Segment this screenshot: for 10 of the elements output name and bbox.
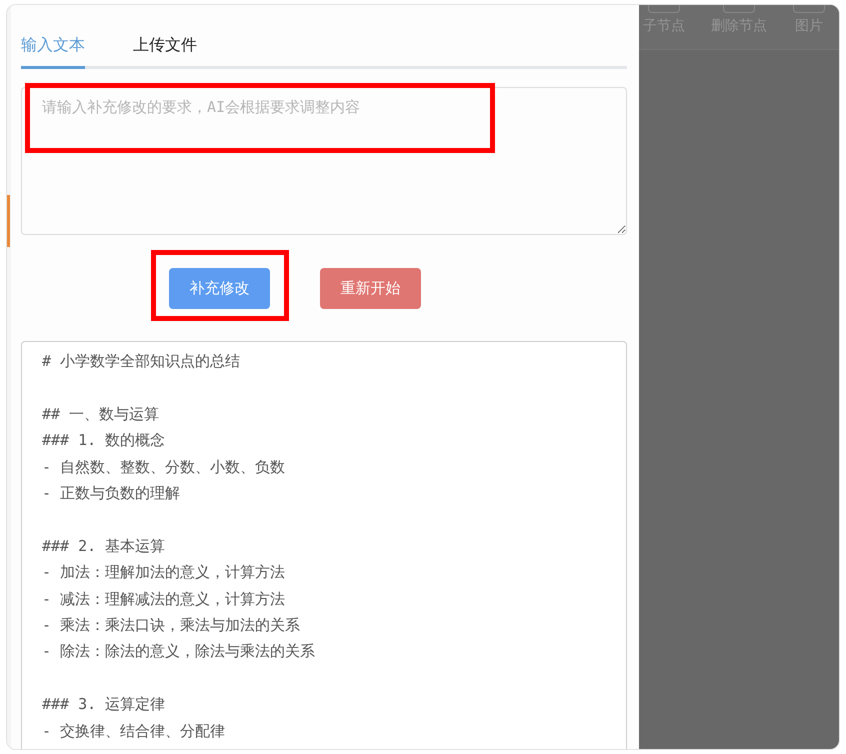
action-button[interactable]: 补充修改 (169, 268, 270, 309)
tab[interactable]: 上传文件 (133, 31, 197, 69)
toolbar-icon[interactable] (648, 5, 680, 13)
toolbar-icon[interactable] (793, 5, 825, 13)
result-text[interactable]: # 小学数学全部知识点的总结 ## 一、数与运算 ### 1. 数的概念 - 自然数、整数、分数、小数、负数 - 正数与负数的理解 ### 2. 基本运算 - 加法：理解加法的意义，计算方法 - 减法：理解减法的意义，计算方法 - 乘法：乘法口诀，乘法与加法的关系 - 除法：除法的意义，除法与乘法的关系 ### 3. 运算定律 - 交换律、结合律、分配律 (21, 341, 627, 749)
toolbar-icon[interactable] (723, 5, 755, 13)
request-field[interactable]: 请输入补充修改的要求，AI会根据要求调整内容 (21, 87, 627, 235)
tab[interactable]: 输入文本 (21, 31, 85, 69)
active-marker (7, 195, 10, 247)
action-button[interactable]: 重新开始 (320, 268, 421, 309)
